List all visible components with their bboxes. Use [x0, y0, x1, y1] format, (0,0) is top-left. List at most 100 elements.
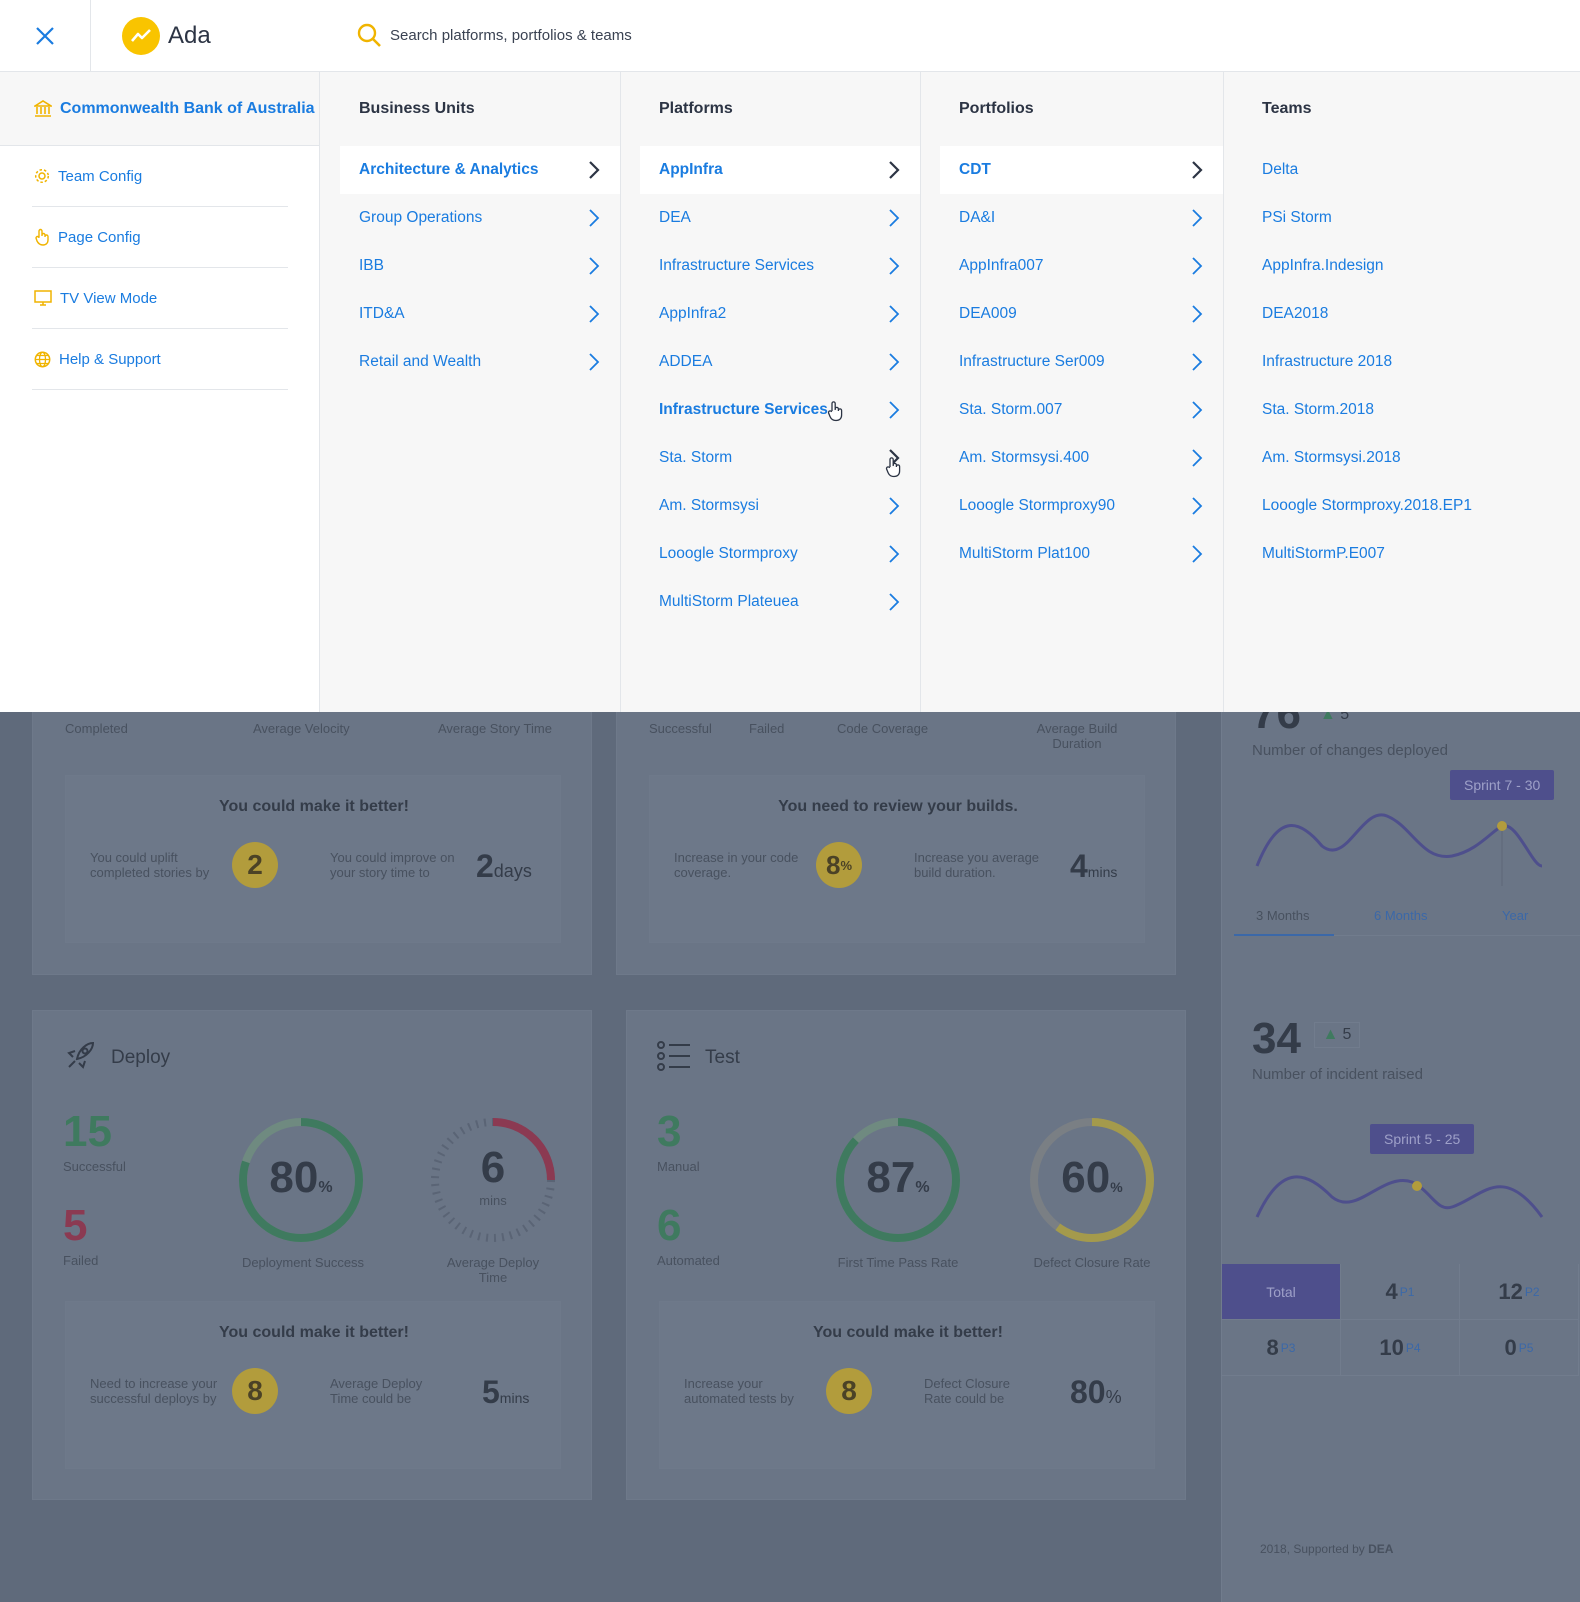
deploy-time-unit: mins [479, 1193, 507, 1208]
deploy-card: Deploy 15 Successful 5 Failed 80% Deploy… [32, 1010, 592, 1500]
chevron-right-icon [589, 257, 600, 275]
platform-item[interactable]: Looogle Stormproxy [640, 530, 920, 578]
priority-p1[interactable]: 4 P1 [1341, 1264, 1460, 1320]
hand-icon [35, 228, 49, 246]
platforms-column: Platforms AppInfra DEA Infrastructure Se… [640, 72, 921, 712]
team-item[interactable]: Looogle Stormproxy.2018.EP1 [1242, 482, 1580, 530]
team-item[interactable]: Am. Stormsysi.2018 [1242, 434, 1580, 482]
portfolio-item[interactable]: AppInfra007 [940, 242, 1223, 290]
deploy-time-label: Average Deploy Time [446, 1255, 540, 1285]
portfolio-item[interactable]: DA&I [940, 194, 1223, 242]
close-button[interactable] [0, 0, 91, 71]
test-automated-value: 6 [657, 1201, 682, 1250]
build-tip2-value: 4mins [1070, 848, 1118, 884]
app-logo[interactable]: Ada [122, 17, 211, 55]
platform-item[interactable]: AppInfra2 [640, 290, 920, 338]
chevron-right-icon [889, 545, 900, 563]
chevron-right-icon [889, 305, 900, 323]
deployment-success-value: 80% [269, 1153, 333, 1202]
portfolio-item[interactable]: CDT [940, 146, 1223, 194]
team-item[interactable]: AppInfra.Indesign [1242, 242, 1580, 290]
org-name: Commonwealth Bank of Australia [60, 99, 315, 117]
team-item[interactable]: PSi Storm [1242, 194, 1580, 242]
test-manual-label: Manual [657, 1159, 700, 1174]
deploy-tip1-text: Need to increase your successful deploys… [90, 1376, 218, 1406]
team-item[interactable]: Infrastructure 2018 [1242, 338, 1580, 386]
chevron-right-icon [889, 161, 900, 179]
platform-item-hovered[interactable]: Infrastructure Services [640, 386, 920, 434]
tab-year[interactable]: Year [1502, 908, 1528, 923]
nav-team-config[interactable]: Team Config [32, 146, 288, 207]
chevron-right-icon [1192, 401, 1203, 419]
priority-p2[interactable]: 12 P2 [1460, 1264, 1579, 1320]
metrics-sidebar: 76 ▲ 5 Number of changes deployed Sprint… [1221, 704, 1580, 1602]
build-label-coverage: Code Coverage [837, 721, 929, 736]
nav-help-support[interactable]: Help & Support [32, 329, 288, 390]
chevron-right-icon [589, 209, 600, 227]
priority-total[interactable]: Total [1222, 1264, 1341, 1320]
nav-tv-view-mode[interactable]: TV View Mode [32, 268, 288, 329]
business-unit-item[interactable]: Retail and Wealth [340, 338, 620, 386]
business-unit-item[interactable]: ITD&A [340, 290, 620, 338]
test-title: Test [705, 1047, 740, 1068]
incidents-tooltip: Sprint 5 - 25 [1370, 1124, 1475, 1154]
changes-line-chart [1255, 813, 1543, 886]
team-item[interactable]: Sta. Storm.2018 [1242, 386, 1580, 434]
plan-label-velocity: Average Velocity [253, 721, 350, 736]
build-label-duration: Average Build Duration [1036, 721, 1118, 751]
chevron-right-icon [1192, 161, 1203, 179]
close-icon [36, 26, 54, 45]
portfolio-item[interactable]: DEA009 [940, 290, 1223, 338]
team-item[interactable]: MultiStormP.E007 [1242, 530, 1580, 578]
business-unit-item[interactable]: Architecture & Analytics [340, 146, 620, 194]
deploy-tip1-badge: 8 [232, 1368, 278, 1414]
deploy-successful-label: Successful [63, 1159, 126, 1174]
portfolio-item[interactable]: Am. Stormsysi.400 [940, 434, 1223, 482]
nav-page-config[interactable]: Page Config [32, 207, 288, 268]
deployment-success-label: Deployment Success [241, 1255, 365, 1270]
app-name: Ada [168, 22, 211, 49]
build-tip1-badge: 8% [816, 842, 862, 888]
deploy-tip-title: You could make it better! [219, 1324, 409, 1341]
platform-item[interactable]: MultiStorm Plateuea [640, 578, 920, 626]
portfolio-item[interactable]: Sta. Storm.007 [940, 386, 1223, 434]
platform-item[interactable]: ADDEA [640, 338, 920, 386]
tab-6-months[interactable]: 6 Months [1374, 908, 1427, 923]
org-selector[interactable]: Commonwealth Bank of Australia [0, 72, 319, 146]
business-unit-item[interactable]: Group Operations [340, 194, 620, 242]
hand-cursor-icon [827, 401, 843, 422]
priority-p4[interactable]: 10 P4 [1341, 1320, 1460, 1376]
portfolio-item[interactable]: Infrastructure Ser009 [940, 338, 1223, 386]
platforms-heading: Platforms [659, 100, 733, 117]
priority-p5[interactable]: 0 P5 [1460, 1320, 1579, 1376]
tab-3-months[interactable]: 3 Months [1256, 908, 1309, 923]
portfolios-heading: Portfolios [959, 100, 1034, 117]
chevron-right-icon [1192, 257, 1203, 275]
test-tip-title: You could make it better! [813, 1324, 1003, 1341]
deploy-failed-label: Failed [63, 1253, 99, 1268]
incidents-label: Number of incident raised [1252, 1066, 1423, 1083]
rocket-icon [67, 1041, 95, 1069]
platform-item[interactable]: Am. Stormsysi [640, 482, 920, 530]
team-item[interactable]: Delta [1242, 146, 1580, 194]
portfolio-item[interactable]: MultiStorm Plat100 [940, 530, 1223, 578]
platform-item[interactable]: AppInfra [640, 146, 920, 194]
test-tip2-text: Defect Closure Rate could be [924, 1376, 1010, 1406]
chevron-right-icon [1192, 545, 1203, 563]
team-item[interactable]: DEA2018 [1242, 290, 1580, 338]
portfolio-item[interactable]: Looogle Stormproxy90 [940, 482, 1223, 530]
trend-icon [122, 17, 160, 55]
platform-item[interactable]: Sta. Storm [640, 434, 920, 482]
priority-p3[interactable]: 8 P3 [1222, 1320, 1341, 1376]
list-icon [657, 1041, 690, 1071]
platform-item[interactable]: Infrastructure Services [640, 242, 920, 290]
platform-item[interactable]: DEA [640, 194, 920, 242]
business-unit-item[interactable]: IBB [340, 242, 620, 290]
deploy-tip2-value: 5mins [482, 1374, 530, 1410]
chevron-right-icon [589, 161, 600, 179]
gear-icon [34, 168, 50, 184]
search-input[interactable] [390, 26, 890, 44]
nav-tv-view-mode-label: TV View Mode [60, 289, 158, 307]
search-bar [356, 22, 956, 48]
nav-help-support-label: Help & Support [59, 350, 161, 368]
